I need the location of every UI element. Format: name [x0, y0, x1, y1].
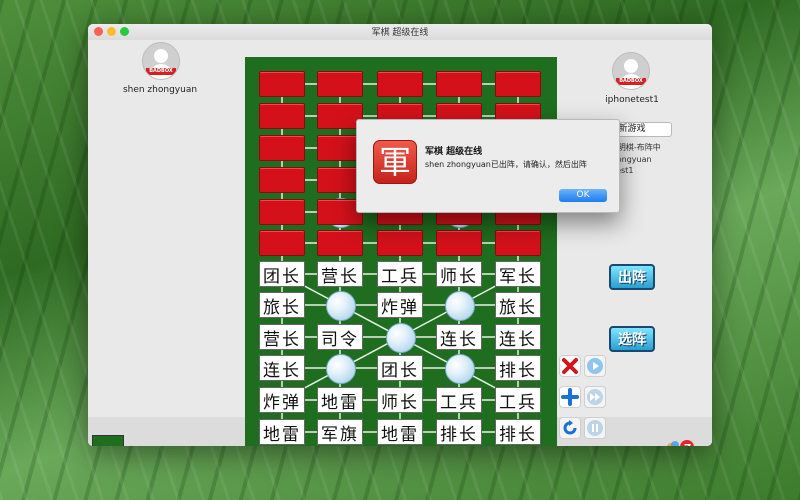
player-piece[interactable]: 团长 [377, 355, 423, 381]
opponent-piece[interactable] [259, 230, 305, 256]
pause-button[interactable] [584, 417, 606, 439]
player-piece[interactable]: 军长 [495, 261, 541, 287]
slider-swatch [92, 435, 124, 446]
remove-button[interactable] [559, 355, 581, 377]
dialog-message: shen zhongyuan已出阵，请确认，然后出阵 [425, 160, 587, 169]
player-piece[interactable]: 连长 [495, 324, 541, 350]
player-piece[interactable]: 工兵 [436, 387, 482, 413]
player-piece[interactable]: 司令 [317, 324, 363, 350]
player-piece[interactable]: 排长 [436, 419, 482, 445]
undo-button[interactable] [559, 417, 581, 439]
player-piece[interactable]: 团长 [259, 261, 305, 287]
add-button[interactable] [559, 386, 581, 408]
player-piece[interactable]: 营长 [317, 261, 363, 287]
opponent-piece[interactable] [436, 71, 482, 97]
player-piece[interactable]: 工兵 [377, 261, 423, 287]
left-player-name: shen zhongyuan [122, 85, 198, 95]
volume-slider[interactable] [92, 435, 128, 446]
player-piece[interactable]: 营长 [259, 324, 305, 350]
player-piece[interactable]: 地雷 [259, 419, 305, 445]
svg-text:Z: Z [684, 443, 691, 446]
avatar-head [154, 49, 168, 63]
opponent-piece[interactable] [259, 71, 305, 97]
avatar-tag: BADBOX [146, 68, 176, 75]
app-window: 军棋 超级在线 BADBOX shen zhongyuan BADBOX iph… [88, 24, 712, 446]
opponent-piece[interactable] [259, 135, 305, 161]
player-piece[interactable]: 地雷 [317, 387, 363, 413]
app-icon: 軍 [373, 140, 417, 184]
opponent-piece[interactable] [495, 71, 541, 97]
x-icon [562, 358, 578, 374]
camp-station[interactable] [326, 291, 356, 321]
avatar-head [624, 59, 638, 73]
player-piece[interactable]: 旅长 [495, 292, 541, 318]
right-player-name: iphonetest1 [605, 95, 659, 105]
play-icon [587, 358, 603, 374]
pause-icon [587, 420, 603, 436]
player-piece[interactable]: 炸弹 [259, 387, 305, 413]
app-content: BADBOX shen zhongyuan BADBOX iphonetest1… [88, 40, 712, 446]
fast-forward-button[interactable] [584, 386, 606, 408]
camp-station[interactable] [326, 354, 356, 384]
player-piece[interactable]: 师长 [377, 387, 423, 413]
fast-forward-icon [587, 389, 603, 405]
game-center-icon[interactable]: Z [664, 438, 696, 446]
game-board[interactable]: 团长 营长 工兵 师长 军长 旅长 炸弹 旅长 营长 司令 连长 连长 连长 团长 排长 炸弹 地雷 师长 工兵 工兵… [245, 57, 557, 446]
play-button[interactable] [584, 355, 606, 377]
opponent-piece[interactable] [436, 230, 482, 256]
opponent-piece[interactable] [317, 71, 363, 97]
opponent-piece[interactable] [317, 230, 363, 256]
dialog-title: 军棋 超级在线 [425, 147, 483, 157]
avatar-tag: BADBOX [616, 78, 646, 85]
player-piece[interactable]: 师长 [436, 261, 482, 287]
player-piece[interactable]: 地雷 [377, 419, 423, 445]
player-piece[interactable]: 旅长 [259, 292, 305, 318]
right-player-avatar: BADBOX [612, 52, 650, 90]
camp-station[interactable] [445, 354, 475, 384]
opponent-piece[interactable] [259, 199, 305, 225]
camp-station[interactable] [445, 291, 475, 321]
opponent-piece[interactable] [377, 71, 423, 97]
player-piece[interactable]: 排长 [495, 419, 541, 445]
player-piece[interactable]: 军旗 [317, 419, 363, 445]
left-player-avatar: BADBOX [142, 42, 180, 80]
opponent-piece[interactable] [495, 230, 541, 256]
ok-button[interactable]: OK [559, 189, 607, 202]
player-piece[interactable]: 工兵 [495, 387, 541, 413]
alert-dialog: 軍 军棋 超级在线 shen zhongyuan已出阵，请确认，然后出阵 OK [356, 119, 620, 213]
player-piece[interactable]: 炸弹 [377, 292, 423, 318]
choose-formation-button[interactable]: 选阵 [609, 326, 655, 352]
opponent-piece[interactable] [259, 103, 305, 129]
opponent-piece[interactable] [377, 230, 423, 256]
player-piece[interactable]: 排长 [495, 355, 541, 381]
player-piece[interactable]: 连长 [259, 355, 305, 381]
opponent-piece[interactable] [259, 167, 305, 193]
camp-station[interactable] [386, 323, 416, 353]
window-title: 军棋 超级在线 [371, 28, 429, 38]
plus-icon [561, 388, 579, 406]
deploy-button[interactable]: 出阵 [609, 264, 655, 290]
refresh-icon [563, 420, 577, 435]
title-bar: 军棋 超级在线 [88, 24, 712, 41]
player-piece[interactable]: 连长 [436, 324, 482, 350]
